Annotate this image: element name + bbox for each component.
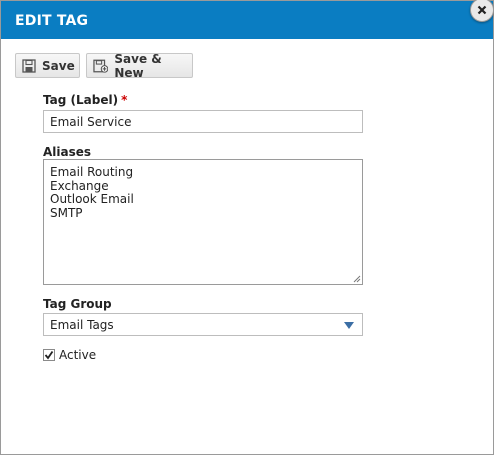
active-label: Active	[59, 348, 97, 362]
close-icon	[477, 5, 487, 15]
dropdown-arrow-icon	[344, 322, 354, 329]
active-checkbox[interactable]	[43, 349, 55, 361]
save-button[interactable]: Save	[15, 53, 80, 78]
alias-line: Email Routing	[50, 165, 134, 179]
alias-line: Exchange	[50, 178, 109, 193]
tag-group-select[interactable]: Email Tags	[43, 313, 363, 336]
floppy-disk-icon	[22, 58, 36, 73]
alias-line: SMTP	[50, 205, 83, 220]
active-row: Active	[43, 348, 96, 362]
tag-label-input[interactable]	[43, 110, 363, 133]
dialog-title: EDIT TAG	[15, 13, 89, 29]
aliases-textarea[interactable]: Email Routing Exchange Outlook Email SMT…	[43, 159, 363, 285]
save-button-label: Save	[42, 58, 75, 73]
save-and-new-button-label: Save & New	[114, 51, 162, 80]
tag-label-field-label: Tag (Label) *	[43, 93, 127, 107]
resize-grip-icon[interactable]	[353, 275, 361, 283]
tag-group-selected-value: Email Tags	[50, 318, 114, 332]
tag-label-text: Tag (Label)	[43, 93, 119, 107]
save-and-new-button[interactable]: Save & New	[86, 51, 193, 80]
alias-line: Outlook Email	[50, 192, 134, 206]
tag-group-label: Tag Group	[43, 297, 112, 311]
edit-tag-dialog: EDIT TAG Save Save & New Tag (Label)* Al…	[0, 0, 494, 455]
floppy-disk-plus-icon	[93, 59, 109, 73]
required-marker: *	[121, 93, 128, 107]
dialog-titlebar: EDIT TAG	[1, 1, 493, 39]
checkmark-icon	[44, 350, 54, 360]
aliases-label: Aliases	[43, 145, 92, 159]
